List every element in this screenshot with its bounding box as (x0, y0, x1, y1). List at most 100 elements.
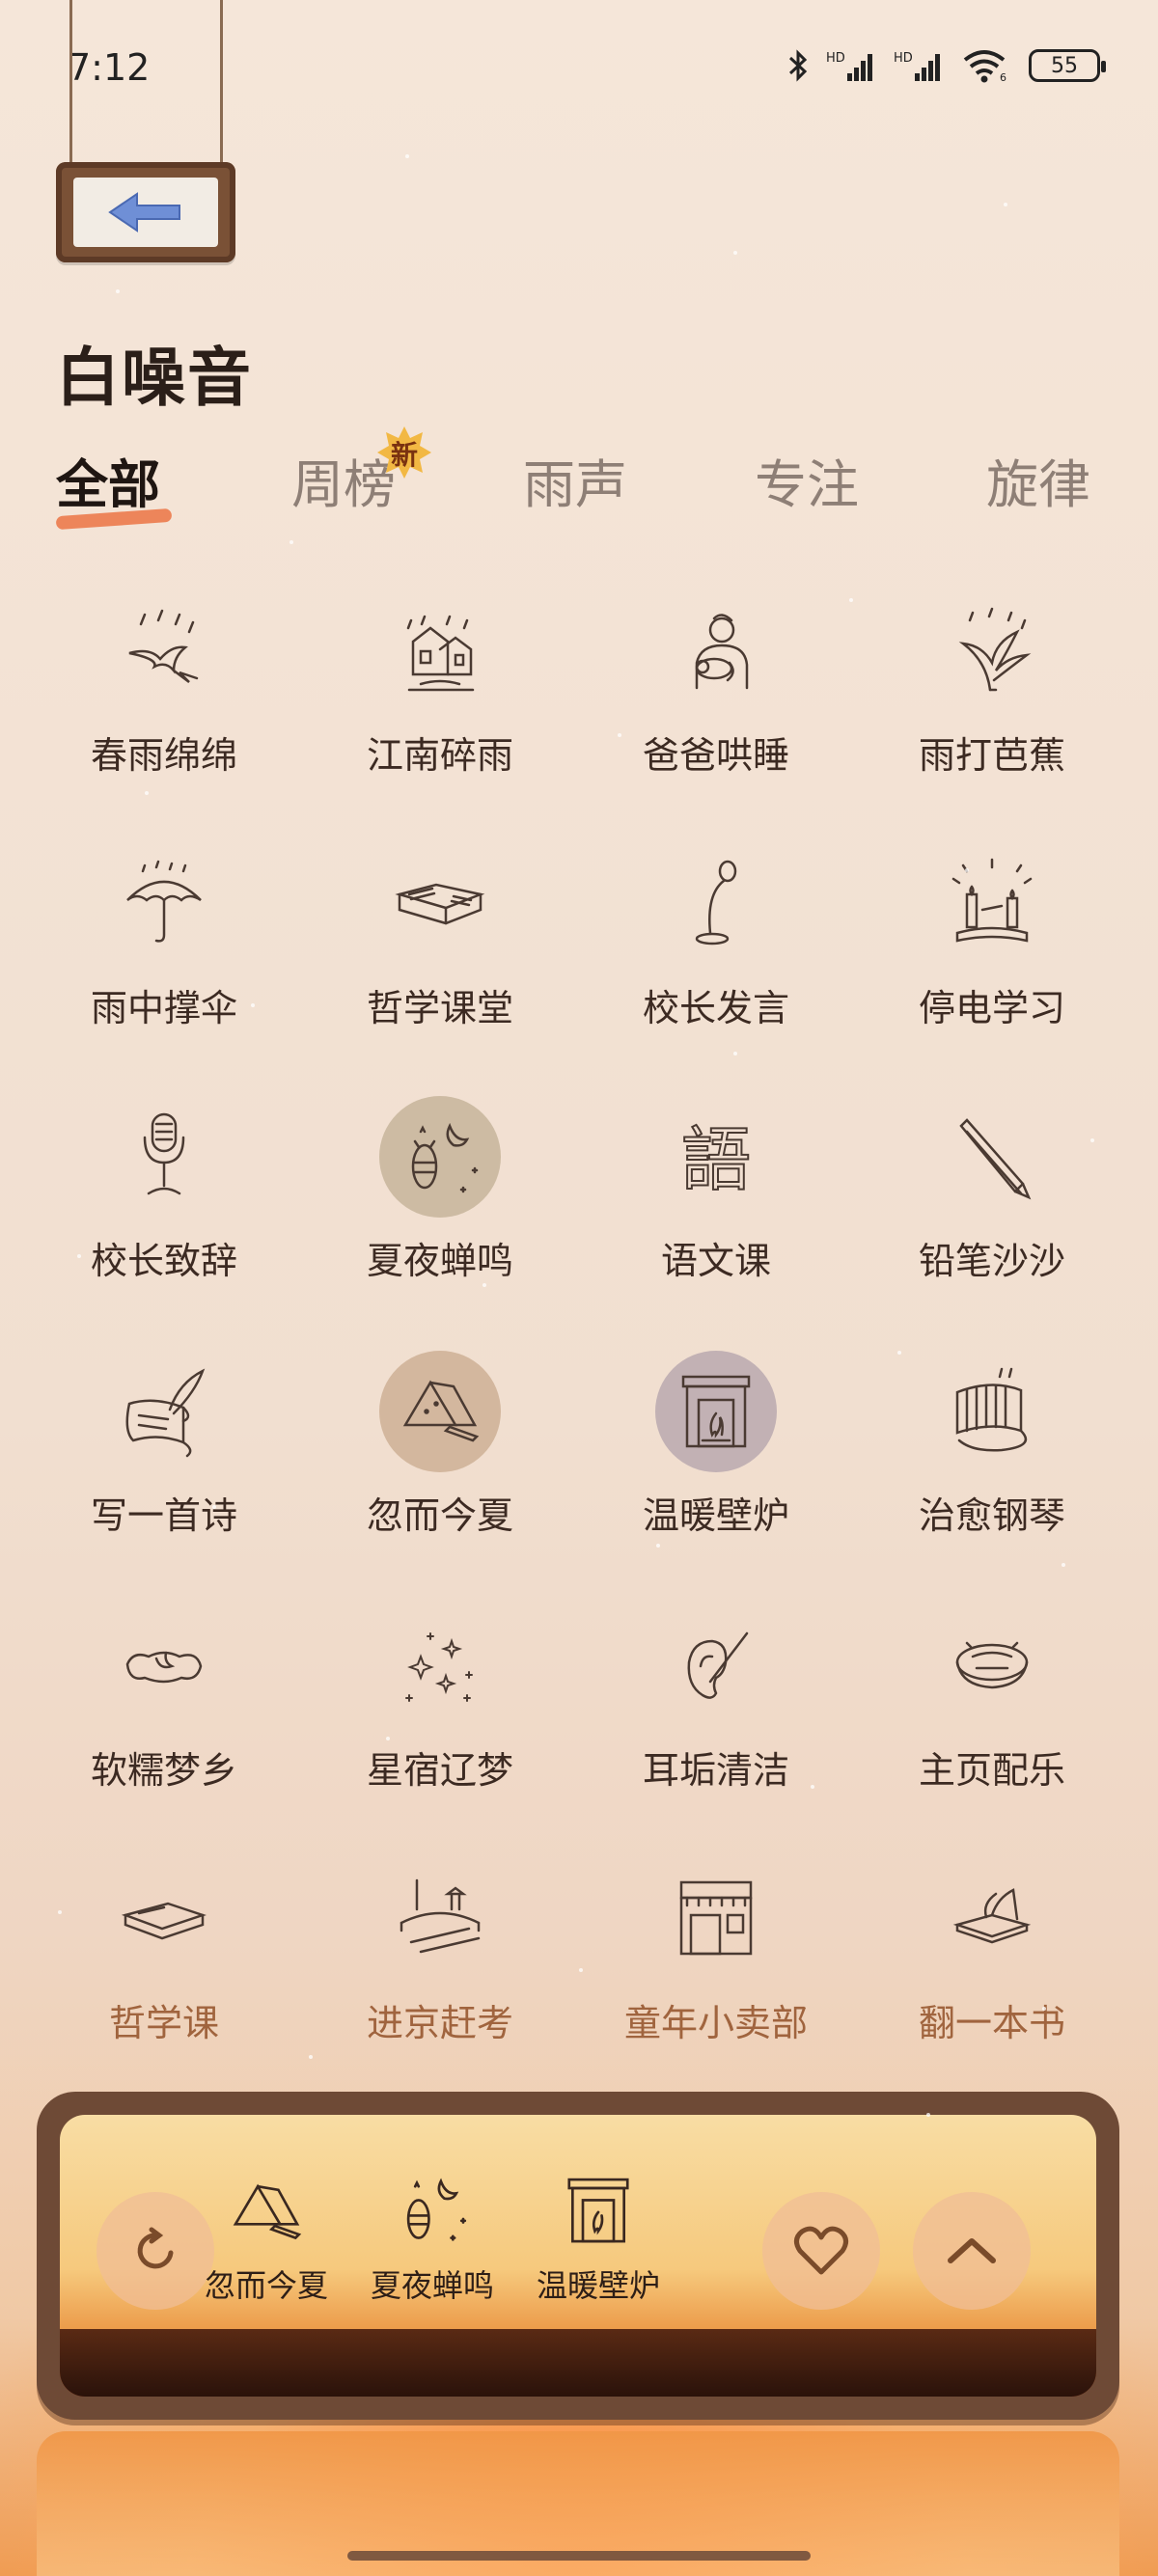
tab-melody[interactable]: 旋律 (986, 442, 1090, 518)
sound-label: 忽而今夏 (366, 1494, 513, 1537)
umbrella-icon (101, 841, 227, 967)
status-bar: 7:12 HD HD 6 55 (0, 0, 1158, 125)
sound-item[interactable]: 夏夜蝉鸣 (286, 1084, 575, 1306)
snow-speck (386, 1737, 390, 1740)
sound-item[interactable]: 翻一本书 (838, 1847, 1127, 2069)
snow-speck (1004, 203, 1007, 206)
sound-item[interactable]: 写一首诗 (10, 1339, 299, 1561)
back-button[interactable] (56, 162, 235, 262)
sound-item[interactable]: 哲学课堂 (286, 832, 575, 1054)
sound-item[interactable]: 耳垢清洁 (562, 1594, 851, 1816)
tab-label: 旋律 (986, 454, 1090, 515)
sound-label: 主页配乐 (918, 1749, 1065, 1792)
tab-all[interactable]: 全部 (55, 442, 173, 531)
wifi-icon: 6 (963, 50, 1006, 83)
tab-rain[interactable]: 雨声 (523, 442, 627, 518)
snow-speck (811, 1785, 814, 1789)
sound-item[interactable]: 校长发言 (562, 832, 851, 1054)
sound-item[interactable]: 童年小卖部 (562, 1847, 851, 2069)
snow-speck (733, 251, 737, 255)
sound-label: 雨中撑伞 (90, 987, 237, 1029)
back-arrow-icon (108, 192, 180, 233)
sound-label: 星宿辽梦 (366, 1749, 513, 1792)
sound-item[interactable]: 软糯梦乡 (10, 1594, 299, 1816)
sound-item[interactable]: 爸爸哄睡 (562, 579, 851, 801)
sound-item[interactable]: 江南碎雨 (286, 579, 575, 801)
flipping-book-icon (929, 1856, 1055, 1982)
replay-icon (137, 2227, 174, 2269)
stars-icon (377, 1603, 503, 1729)
sound-label: 治愈钢琴 (918, 1494, 1065, 1537)
tab-label: 专注 (755, 454, 859, 515)
expand-button[interactable] (913, 2192, 1031, 2310)
cicada-moon-icon (377, 1094, 503, 1219)
sound-item[interactable]: 雨打芭蕉 (838, 579, 1127, 801)
tab-focus[interactable]: 专注 (755, 442, 859, 518)
new-badge-label: 新 (390, 439, 418, 471)
mixer-item[interactable]: 温暖壁炉 (511, 2163, 685, 2306)
banana-leaf-icon (929, 589, 1055, 714)
sound-label: 语文课 (660, 1240, 771, 1282)
ear-pick-icon (653, 1603, 779, 1729)
father-baby-icon (653, 589, 779, 714)
swallow-rain-icon (101, 589, 227, 714)
sound-label: 江南碎雨 (366, 734, 513, 777)
sound-label: 翻一本书 (918, 2002, 1065, 2044)
mixer-fire-window: 忽而今夏 夏夜蝉鸣 温暖壁炉 (60, 2115, 1096, 2397)
chinese-character-icon: 語 (653, 1094, 779, 1219)
sound-label: 进京赶考 (366, 2002, 513, 2044)
sound-label: 哲学课堂 (366, 987, 513, 1029)
sign-rope (220, 0, 223, 166)
mixer-item-label: 夏夜蝉鸣 (370, 2267, 494, 2304)
sound-item[interactable]: 春雨绵绵 (10, 579, 299, 801)
mixer-item[interactable]: 忽而今夏 (179, 2163, 353, 2306)
sound-label: 软糯梦乡 (90, 1749, 237, 1792)
fireplace-icon (653, 1349, 779, 1474)
sound-item[interactable]: 停电学习 (838, 832, 1127, 1054)
battery-level: 55 (1051, 53, 1078, 78)
favorite-button[interactable] (762, 2192, 880, 2310)
new-badge: 新 (376, 425, 432, 480)
snow-speck (405, 154, 409, 158)
sound-item[interactable]: 語 语文课 (562, 1084, 851, 1306)
snow-speck (1090, 1138, 1094, 1142)
snow-speck (58, 1910, 62, 1914)
category-tabs: 全部 周榜 新 雨声 专注 旋律 (0, 426, 1158, 531)
record-bowl-icon (929, 1603, 1055, 1729)
sound-label: 雨打芭蕉 (918, 734, 1065, 777)
svg-text:6: 6 (1000, 71, 1006, 83)
sound-item[interactable]: 忽而今夏 (286, 1339, 575, 1561)
page-title: 白噪音 (56, 340, 253, 415)
paper-tent-icon (377, 1349, 503, 1474)
bridge-pavilion-icon (377, 1856, 503, 1982)
sound-label: 耳垢清洁 (642, 1749, 789, 1792)
sound-label: 夏夜蝉鸣 (366, 1240, 513, 1282)
snow-speck (145, 791, 149, 795)
snow-speck (926, 2113, 930, 2117)
sound-item[interactable]: 治愈钢琴 (838, 1339, 1127, 1561)
sound-item[interactable]: 铅笔沙沙 (838, 1084, 1127, 1306)
sound-item[interactable]: 校长致辞 (10, 1084, 299, 1306)
back-plate (73, 178, 218, 247)
fireplace-icon (545, 2163, 651, 2260)
sound-item[interactable]: 主页配乐 (838, 1594, 1127, 1816)
sound-item[interactable]: 进京赶考 (286, 1847, 575, 2069)
burning-logs (60, 2329, 1096, 2397)
sound-item[interactable]: 雨中撑伞 (10, 832, 299, 1054)
sound-item[interactable]: 哲学课 (10, 1847, 299, 2069)
snow-speck (116, 289, 120, 293)
snow-speck (1042, 2007, 1046, 2011)
jiangnan-house-icon (377, 589, 503, 714)
sound-label: 哲学课 (108, 2002, 219, 2044)
snow-speck (482, 1283, 486, 1287)
mixer-item[interactable]: 夏夜蝉鸣 (345, 2163, 519, 2306)
snow-speck (1062, 1563, 1065, 1567)
signal-icon: HD (826, 51, 872, 81)
sound-item[interactable]: 温暖壁炉 (562, 1339, 851, 1561)
snow-speck (212, 1505, 216, 1509)
home-indicator[interactable] (347, 2551, 811, 2561)
signal-icon: HD (894, 51, 940, 81)
candles-icon (929, 841, 1055, 967)
sound-label: 温暖壁炉 (642, 1494, 789, 1537)
sound-item[interactable]: 星宿辽梦 (286, 1594, 575, 1816)
